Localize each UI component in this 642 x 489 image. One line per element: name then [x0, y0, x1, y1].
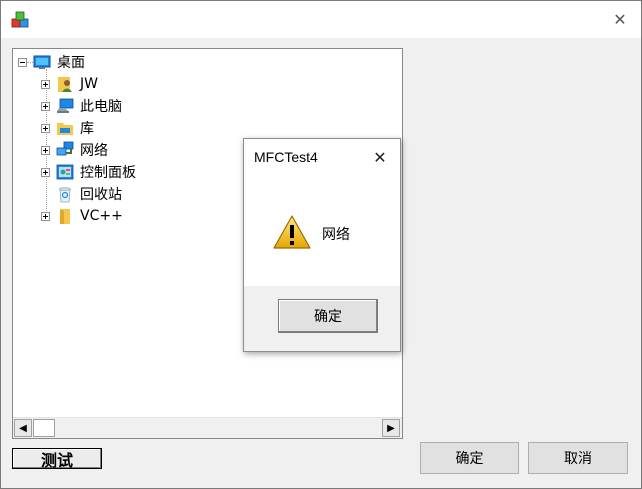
tree-item-label: 回收站: [80, 187, 122, 203]
expand-icon[interactable]: [41, 123, 50, 133]
tree-item-jw[interactable]: JW: [41, 74, 98, 94]
message-box: MFCTest4 ✕ 网络 确定: [243, 138, 401, 352]
tree-item-label: 库: [80, 121, 94, 137]
tree-item-label: 控制面板: [80, 165, 136, 181]
close-icon: ✕: [373, 147, 387, 167]
computer-icon: [57, 98, 74, 113]
scroll-right-button[interactable]: ▶: [382, 419, 400, 437]
tree-item-label: VC++: [80, 208, 123, 224]
tree-item-desktop[interactable]: 桌面: [18, 52, 85, 72]
no-expander: [41, 190, 50, 199]
tree-item-label: JW: [80, 76, 98, 92]
message-ok-button[interactable]: 确定: [278, 299, 378, 333]
close-icon: ✕: [613, 9, 627, 29]
expand-icon[interactable]: [41, 79, 50, 89]
arrow-left-icon: ◀: [19, 422, 27, 434]
expand-icon[interactable]: [41, 145, 50, 155]
tree-item-network[interactable]: 网络: [41, 140, 108, 160]
window-close-button[interactable]: ✕: [605, 7, 635, 31]
tree-item-label: 网络: [80, 143, 108, 159]
message-box-close-button[interactable]: ✕: [366, 145, 394, 169]
tree-item-control-panel[interactable]: 控制面板: [41, 162, 136, 182]
expand-icon[interactable]: [41, 167, 50, 177]
tree-item-label: 桌面: [57, 55, 85, 71]
expand-icon[interactable]: [41, 211, 50, 221]
arrow-right-icon: ▶: [387, 422, 395, 434]
expand-icon[interactable]: [41, 101, 50, 111]
horizontal-scrollbar[interactable]: ◀ ▶: [13, 417, 402, 438]
message-box-title: MFCTest4: [254, 149, 318, 165]
scrollbar-thumb[interactable]: [33, 419, 55, 437]
cancel-button[interactable]: 取消: [528, 442, 628, 474]
user-folder-icon: [58, 77, 72, 92]
desktop-icon: [33, 55, 51, 69]
tree-item-recycle-bin[interactable]: 回收站: [41, 184, 122, 204]
title-bar: ✕: [1, 1, 641, 38]
message-text: 网络: [322, 227, 350, 243]
tree-item-this-pc[interactable]: 此电脑: [41, 96, 122, 116]
main-window: ✕ 桌面 JW 此电脑 库 网络 控制面板 回收站 VC++ ◀ ▶ 测试 确定…: [0, 0, 642, 489]
tree-item-libraries[interactable]: 库: [41, 118, 94, 138]
library-icon: [57, 123, 73, 135]
ok-button[interactable]: 确定: [420, 442, 519, 474]
recycle-bin-icon: [59, 187, 71, 203]
collapse-icon[interactable]: [18, 57, 27, 67]
test-button[interactable]: 测试: [12, 448, 102, 470]
tree-item-vcpp[interactable]: VC++: [41, 206, 123, 226]
folder-icon: [60, 209, 70, 224]
warning-icon: [273, 215, 311, 249]
app-icon: [11, 11, 29, 28]
network-icon: [56, 141, 74, 156]
scroll-left-button[interactable]: ◀: [14, 419, 32, 437]
tree-item-label: 此电脑: [80, 99, 122, 115]
control-panel-icon: [56, 164, 74, 180]
